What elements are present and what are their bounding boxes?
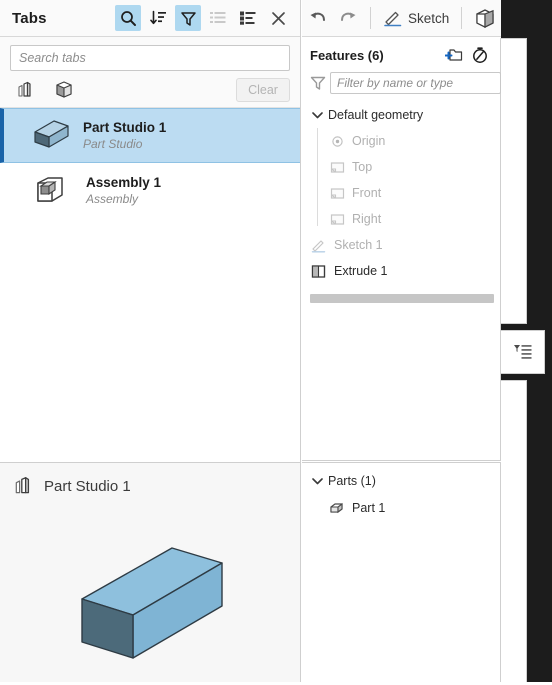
assembly-cube-icon — [24, 169, 76, 213]
tab-item-name: Part Studio 1 — [83, 120, 167, 135]
clear-button[interactable]: Clear — [236, 78, 290, 102]
rollback-button[interactable] — [468, 44, 492, 66]
tree-item-label: Origin — [352, 134, 386, 148]
features-funnel-button[interactable] — [310, 72, 326, 94]
plane-icon — [328, 159, 346, 175]
tab-item-type: Part Studio — [83, 137, 143, 151]
chevron-down-icon[interactable] — [310, 474, 324, 488]
detail-view-toggle-button[interactable] — [235, 5, 261, 31]
app-root: Tabs Search tabs Clear Part Studio 1 Par… — [0, 0, 552, 682]
funnel-icon — [310, 76, 326, 90]
new-folder-icon — [445, 49, 463, 61]
search-icon — [120, 10, 136, 26]
right-panel-lower — [501, 380, 527, 682]
feature-tree: Default geometry Origin Top Front Right … — [302, 100, 500, 303]
tree-item-extrude-1[interactable]: Extrude 1 — [302, 258, 500, 284]
new-folder-button[interactable] — [442, 44, 466, 66]
preview-title: Part Studio 1 — [44, 477, 131, 495]
part-studio-icon — [15, 477, 30, 494]
tab-list: Part Studio 1 Part Studio Assembly 1 Ass… — [0, 107, 300, 478]
parts-header[interactable]: Parts (1) — [302, 467, 500, 495]
features-title: Features (6) — [310, 47, 384, 63]
extrude-icon — [310, 263, 328, 279]
redo-button[interactable] — [333, 4, 364, 32]
part-3d-model — [81, 547, 223, 659]
list-view-icon — [210, 12, 226, 23]
feature-tree-scroll-area — [302, 284, 500, 303]
pencil-icon — [310, 237, 328, 253]
features-filter-row — [302, 68, 501, 100]
model-viewport[interactable] — [0, 509, 300, 682]
tree-item-default-geometry[interactable]: Default geometry — [302, 102, 500, 128]
tree-item-label: Extrude 1 — [334, 264, 388, 278]
horizontal-scrollbar[interactable] — [310, 294, 494, 303]
undo-button[interactable] — [302, 4, 333, 32]
tabs-type-filter-row: Clear — [0, 77, 300, 107]
tabs-panel-header: Tabs — [0, 0, 300, 37]
close-icon — [271, 11, 285, 25]
redo-arrow-icon — [341, 12, 356, 21]
toolbar-divider — [461, 7, 463, 29]
filter-list-icon — [513, 345, 531, 359]
features-filter-input[interactable] — [330, 72, 501, 94]
list-item-text: Part Studio 1 Part Studio — [83, 119, 166, 152]
list-item[interactable]: Part Studio 1 Part Studio — [0, 108, 300, 163]
close-panel-button[interactable] — [265, 5, 291, 31]
plane-icon — [328, 211, 346, 227]
tree-item-right[interactable]: Right — [320, 206, 500, 232]
features-panel: Features (6) Filter by name or type Defa… — [302, 38, 501, 461]
list-item-text: Assembly 1 Assembly — [86, 174, 161, 207]
sort-toggle-button[interactable] — [145, 5, 171, 31]
preview-header: Part Studio 1 — [0, 463, 300, 509]
sketch-button[interactable]: Sketch — [377, 4, 455, 32]
assembly-icon — [56, 81, 72, 98]
tree-item-sketch-1[interactable]: Sketch 1 — [302, 232, 500, 258]
toolbar-divider — [370, 7, 371, 29]
search-toggle-button[interactable] — [115, 5, 141, 31]
sort-descending-icon — [149, 10, 166, 25]
tabs-search-area — [0, 37, 300, 77]
origin-icon — [328, 133, 346, 149]
filter-list-tab-button[interactable] — [501, 330, 545, 374]
undo-arrow-icon — [310, 12, 325, 21]
parts-title: Parts (1) — [328, 474, 376, 488]
part-icon — [328, 500, 346, 516]
part-label: Part 1 — [352, 501, 386, 515]
tree-item-top[interactable]: Top — [320, 154, 500, 180]
tree-item-label: Top — [352, 160, 373, 174]
plane-icon — [328, 185, 346, 201]
funnel-icon — [180, 11, 196, 26]
part-studio-filter-button[interactable] — [12, 77, 40, 103]
stopwatch-icon — [473, 47, 487, 63]
features-header: Features (6) — [302, 42, 500, 68]
tabs-panel-title: Tabs — [12, 9, 47, 27]
extrude-icon — [476, 9, 494, 28]
sketch-button-label: Sketch — [408, 10, 450, 26]
preview-panel: Part Studio 1 — [0, 462, 301, 682]
part-box-icon — [21, 114, 73, 158]
detail-list-icon — [240, 11, 256, 25]
list-item[interactable]: Assembly 1 Assembly — [0, 163, 300, 218]
part-studio-icon — [18, 81, 31, 97]
tree-item-label: Default geometry — [328, 108, 424, 122]
filter-toggle-button[interactable] — [175, 5, 201, 31]
tree-item-label: Front — [352, 186, 382, 200]
right-panel-upper — [501, 38, 527, 324]
list-view-toggle-button[interactable] — [205, 5, 231, 31]
tree-item-front[interactable]: Front — [320, 180, 500, 206]
extrude-button[interactable] — [468, 4, 502, 32]
tree-item-label: Sketch 1 — [334, 238, 383, 252]
search-input[interactable] — [10, 45, 290, 71]
tabs-panel: Tabs Search tabs Clear Part Studio 1 Par… — [0, 0, 301, 478]
parts-panel: Parts (1) Part 1 — [302, 462, 501, 682]
chevron-down-icon[interactable] — [310, 108, 324, 122]
list-item[interactable]: Part 1 — [302, 495, 500, 521]
default-geometry-children: Origin Top Front Right — [302, 128, 500, 232]
tab-item-type: Assembly — [86, 192, 139, 206]
tree-item-label: Right — [352, 212, 382, 226]
tab-item-name: Assembly 1 — [86, 175, 162, 190]
pencil-icon — [384, 11, 402, 27]
assembly-filter-button[interactable] — [50, 77, 78, 103]
tree-item-origin[interactable]: Origin — [320, 128, 500, 154]
